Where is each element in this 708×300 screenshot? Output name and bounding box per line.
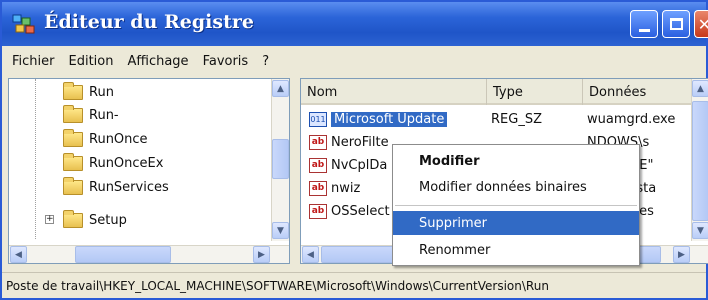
scroll-left-icon[interactable]: ◀ — [302, 246, 319, 263]
context-menu-separator — [395, 205, 637, 206]
column-header-name[interactable]: Nom — [301, 79, 487, 105]
tree-vertical-scrollbar[interactable]: ▲ ▼ — [271, 79, 289, 241]
folder-icon — [63, 104, 83, 123]
tree-item-label: RunOnce — [89, 131, 148, 147]
value-data: wuamgrd.exe — [587, 112, 676, 127]
list-row-microsoft-update[interactable]: 011 Microsoft Update REG_SZ wuamgrd.exe — [301, 109, 693, 131]
tree-item-label: Run — [89, 84, 114, 100]
expand-icon[interactable]: + — [45, 215, 54, 224]
tree-item-label: RunServices — [89, 179, 169, 195]
pane-splitter[interactable] — [290, 78, 300, 264]
scroll-up-icon[interactable]: ▲ — [272, 80, 289, 97]
tree-item-label: RunOnceEx — [89, 155, 164, 171]
binary-value-icon: 011 — [309, 112, 327, 127]
menu-bar: Fichier Edition Affichage Favoris ? — [2, 46, 706, 76]
minimize-button[interactable] — [630, 10, 658, 38]
string-value-icon: ab — [309, 181, 327, 196]
context-menu-item-modifier[interactable]: Modifier — [393, 149, 639, 173]
title-bar[interactable]: Éditeur du Registre ✕ — [2, 2, 708, 46]
tree-connector-line — [35, 79, 36, 239]
maximize-icon — [670, 18, 683, 30]
folder-icon — [63, 152, 83, 171]
value-name: Microsoft Update — [331, 112, 448, 127]
menu-fichier[interactable]: Fichier — [12, 54, 55, 69]
string-value-icon: ab — [309, 204, 327, 219]
close-button[interactable]: ✕ — [694, 10, 708, 38]
scroll-down-icon[interactable]: ▼ — [692, 222, 708, 239]
folder-icon — [63, 176, 83, 195]
window-title: Éditeur du Registre — [44, 11, 254, 33]
tree-item-runservices[interactable]: RunServices — [63, 176, 169, 198]
menu-affichage[interactable]: Affichage — [127, 54, 188, 69]
list-vertical-scrollbar[interactable]: ▲ ▼ — [691, 79, 708, 241]
context-menu-item-supprimer[interactable]: Supprimer — [393, 211, 639, 235]
registry-editor-app-icon — [12, 14, 35, 34]
tree-item-runonce[interactable]: RunOnce — [63, 128, 148, 150]
scroll-right-icon[interactable]: ▶ — [253, 246, 270, 263]
tree-scroll-thumb[interactable] — [272, 139, 289, 179]
column-header-type[interactable]: Type — [487, 79, 583, 105]
context-menu-item-modifier-binaire[interactable]: Modifier données binaires — [393, 175, 639, 199]
list-scroll-thumb[interactable] — [692, 101, 708, 221]
menu-help[interactable]: ? — [262, 54, 269, 69]
folder-icon — [63, 128, 83, 147]
status-path: Poste de travail\HKEY_LOCAL_MACHINE\SOFT… — [6, 278, 549, 293]
scroll-left-icon[interactable]: ◀ — [10, 246, 27, 263]
key-tree-pane[interactable]: Run Run- RunOnce RunOnceEx RunServices + — [8, 78, 290, 264]
folder-icon — [63, 81, 83, 100]
scroll-up-icon[interactable]: ▲ — [692, 80, 708, 97]
column-header-row: Nom Type Données — [301, 79, 693, 105]
tree-horizontal-scrollbar[interactable]: ◀ ▶ — [9, 245, 289, 263]
tree-item-label: Run- — [89, 107, 119, 123]
tree-item-setup[interactable]: Setup — [63, 209, 127, 231]
tree-item-label: Setup — [89, 212, 127, 228]
registry-editor-window: Éditeur du Registre ✕ Fichier Edition Af… — [0, 0, 708, 300]
menu-edition[interactable]: Edition — [69, 54, 114, 69]
close-icon: ✕ — [697, 14, 708, 34]
folder-icon — [63, 209, 83, 228]
scroll-right-icon[interactable]: ▶ — [673, 246, 690, 263]
menu-favoris[interactable]: Favoris — [203, 54, 249, 69]
tree-hscroll-thumb[interactable] — [75, 246, 171, 263]
value-name: NeroFilte — [331, 135, 389, 150]
string-value-icon: ab — [309, 158, 327, 173]
status-bar: Poste de travail\HKEY_LOCAL_MACHINE\SOFT… — [2, 272, 706, 298]
tree-item-run[interactable]: Run — [63, 81, 114, 103]
value-name: NvCplDa — [331, 158, 388, 173]
value-type: REG_SZ — [491, 112, 542, 127]
column-header-data[interactable]: Données — [583, 79, 693, 105]
tree-item-runonceex[interactable]: RunOnceEx — [63, 152, 163, 174]
context-menu-item-renommer[interactable]: Renommer — [393, 238, 639, 262]
value-name: nwiz — [331, 181, 361, 196]
scroll-down-icon[interactable]: ▼ — [272, 222, 289, 239]
string-value-icon: ab — [309, 135, 327, 150]
maximize-button[interactable] — [662, 10, 690, 38]
tree-item-run-dash[interactable]: Run- — [63, 104, 119, 126]
value-name: OSSelect — [331, 204, 390, 219]
minimize-icon — [639, 29, 650, 32]
context-menu: Modifier Modifier données binaires Suppr… — [392, 144, 640, 266]
